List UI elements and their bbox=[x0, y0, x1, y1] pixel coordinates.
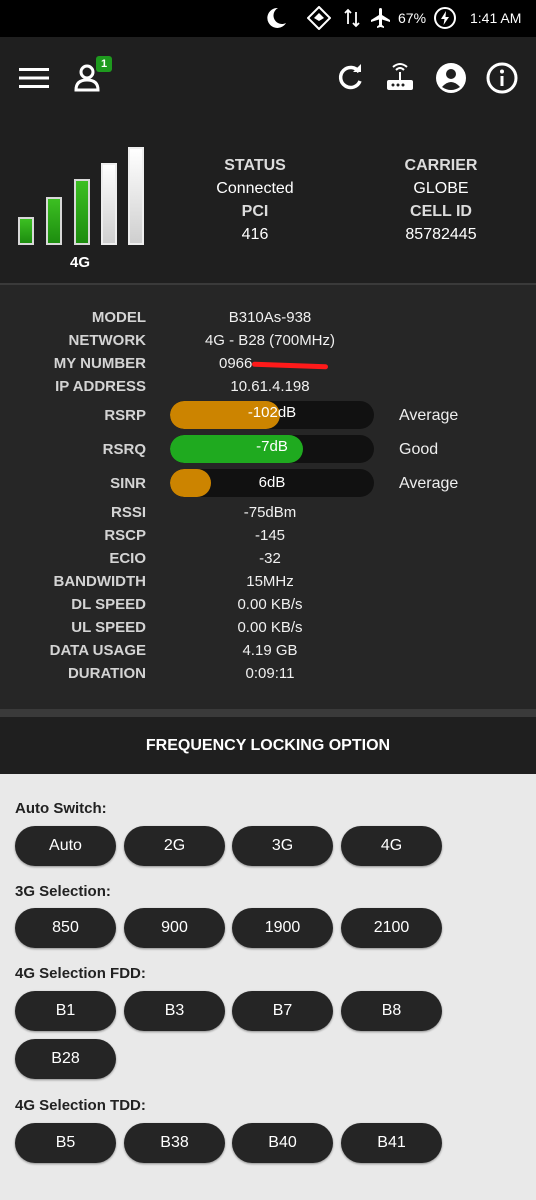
pci-label: PCI bbox=[241, 203, 269, 220]
bandwidth-value: 15MHz bbox=[246, 573, 294, 590]
3g-selection-label: 3G Selection: bbox=[15, 883, 111, 900]
ul-speed-label: UL SPEED bbox=[71, 619, 146, 636]
menu-button[interactable] bbox=[17, 61, 51, 95]
carrier-label: CARRIER bbox=[404, 157, 478, 174]
carrier-value: GLOBE bbox=[413, 180, 469, 197]
tdd-b41-button[interactable]: B41 bbox=[341, 1123, 442, 1163]
duration-label: DURATION bbox=[67, 665, 146, 682]
pci-value: 416 bbox=[241, 226, 269, 243]
mynumber-label: MY NUMBER bbox=[53, 355, 146, 372]
ul-speed-value: 0.00 KB/s bbox=[237, 619, 303, 636]
auto-switch-label: Auto Switch: bbox=[15, 800, 107, 817]
auto-switch-4g-button[interactable]: 4G bbox=[341, 826, 442, 866]
duration-value: 0:09:11 bbox=[245, 665, 295, 682]
router-icon bbox=[387, 63, 413, 90]
rsrq-quality: Good bbox=[399, 441, 439, 458]
data-saver-icon bbox=[307, 6, 331, 30]
rssi-label: RSSI bbox=[110, 504, 146, 521]
refresh-button[interactable] bbox=[333, 61, 367, 95]
frequency-locking-header: FREQUENCY LOCKING OPTION bbox=[0, 717, 536, 774]
data-usage-value: 4.19 GB bbox=[242, 642, 298, 659]
clock: 1:41 AM bbox=[470, 10, 522, 26]
3g-850-button[interactable]: 850 bbox=[15, 908, 116, 948]
signal-bar-3 bbox=[74, 179, 90, 245]
info-icon bbox=[486, 62, 518, 94]
ip-label: IP ADDRESS bbox=[55, 378, 146, 395]
app-bar bbox=[0, 37, 536, 117]
rssi-value: -75dBm bbox=[243, 504, 297, 521]
status-label: STATUS bbox=[224, 157, 286, 174]
rsrp-value: -102dB bbox=[247, 404, 297, 421]
rscp-value: -145 bbox=[254, 527, 286, 544]
network-type: 4G bbox=[69, 254, 90, 271]
auto-switch-auto-button[interactable]: Auto bbox=[15, 826, 116, 866]
mynumber-text: 0966 bbox=[219, 355, 253, 372]
status-bar: 67% 1:41 AM bbox=[0, 0, 536, 37]
4g-tdd-label: 4G Selection TDD: bbox=[15, 1097, 146, 1114]
dl-speed-value: 0.00 KB/s bbox=[237, 596, 303, 613]
details-panel: MODEL B310As-938 NETWORK 4G - B28 (700MH… bbox=[0, 283, 536, 709]
frequency-selection-area: Auto Switch: Auto 2G 3G 4G 3G Selection:… bbox=[0, 774, 536, 1200]
signal-bar-2 bbox=[46, 197, 62, 245]
network-label: NETWORK bbox=[68, 332, 147, 349]
rsrq-meter: -7dB bbox=[170, 435, 374, 463]
ecio-value: -32 bbox=[259, 550, 281, 567]
signal-bar-4 bbox=[101, 163, 117, 245]
fdd-b8-button[interactable]: B8 bbox=[341, 991, 442, 1031]
ip-value: 10.61.4.198 bbox=[230, 378, 310, 395]
auto-switch-3g-button[interactable]: 3G bbox=[232, 826, 333, 866]
cellid-label: CELL ID bbox=[410, 203, 472, 220]
network-value: 4G - B28 (700MHz) bbox=[204, 332, 336, 349]
menu-icon bbox=[19, 68, 49, 88]
bandwidth-label: BANDWIDTH bbox=[53, 573, 146, 590]
sinr-value: 6dB bbox=[258, 474, 286, 491]
3g-900-button[interactable]: 900 bbox=[124, 908, 225, 948]
model-label: MODEL bbox=[91, 309, 146, 326]
moon-icon bbox=[267, 7, 286, 28]
rscp-label: RSCP bbox=[104, 527, 146, 544]
model-value: B310As-938 bbox=[228, 309, 312, 326]
dl-speed-label: DL SPEED bbox=[71, 596, 146, 613]
tdd-b38-button[interactable]: B38 bbox=[124, 1123, 225, 1163]
account-icon bbox=[436, 63, 466, 93]
ecio-label: ECIO bbox=[109, 550, 146, 567]
rsrp-meter: -102dB bbox=[170, 401, 374, 429]
fdd-b1-button[interactable]: B1 bbox=[15, 991, 116, 1031]
cellid-value: 85782445 bbox=[405, 226, 477, 243]
fdd-b7-button[interactable]: B7 bbox=[232, 991, 333, 1031]
rsrp-label: RSRP bbox=[104, 407, 146, 424]
data-usage-label: DATA USAGE bbox=[49, 642, 146, 659]
3g-2100-button[interactable]: 2100 bbox=[341, 908, 442, 948]
rsrp-quality: Average bbox=[399, 407, 459, 424]
router-button[interactable] bbox=[383, 61, 417, 95]
refresh-icon bbox=[338, 64, 362, 90]
tdd-b5-button[interactable]: B5 bbox=[15, 1123, 116, 1163]
airplane-icon bbox=[371, 8, 390, 28]
data-arrows-icon bbox=[344, 8, 360, 28]
signal-bar-5 bbox=[128, 147, 144, 245]
4g-fdd-label: 4G Selection FDD: bbox=[15, 965, 146, 982]
rsrq-value: -7dB bbox=[256, 438, 288, 455]
divider bbox=[0, 709, 536, 717]
3g-1900-button[interactable]: 1900 bbox=[232, 908, 333, 948]
sinr-meter: 6dB bbox=[170, 469, 374, 497]
status-value: Connected bbox=[216, 180, 294, 197]
sinr-label: SINR bbox=[110, 475, 146, 492]
info-button[interactable] bbox=[485, 61, 519, 95]
signal-panel: 4G STATUS Connected PCI 416 CARRIER GLOB… bbox=[0, 117, 536, 283]
tdd-b40-button[interactable]: B40 bbox=[232, 1123, 333, 1163]
notification-badge: 1 bbox=[96, 56, 112, 72]
fdd-b3-button[interactable]: B3 bbox=[124, 991, 225, 1031]
battery-percent: 67% bbox=[398, 10, 427, 26]
auto-switch-2g-button[interactable]: 2G bbox=[124, 826, 225, 866]
rsrq-label: RSRQ bbox=[102, 441, 146, 458]
account-button[interactable] bbox=[434, 61, 468, 95]
signal-bar-1 bbox=[18, 217, 34, 245]
battery-saver-icon bbox=[434, 7, 456, 29]
fdd-b28-button[interactable]: B28 bbox=[15, 1039, 116, 1079]
sinr-quality: Average bbox=[399, 475, 459, 492]
